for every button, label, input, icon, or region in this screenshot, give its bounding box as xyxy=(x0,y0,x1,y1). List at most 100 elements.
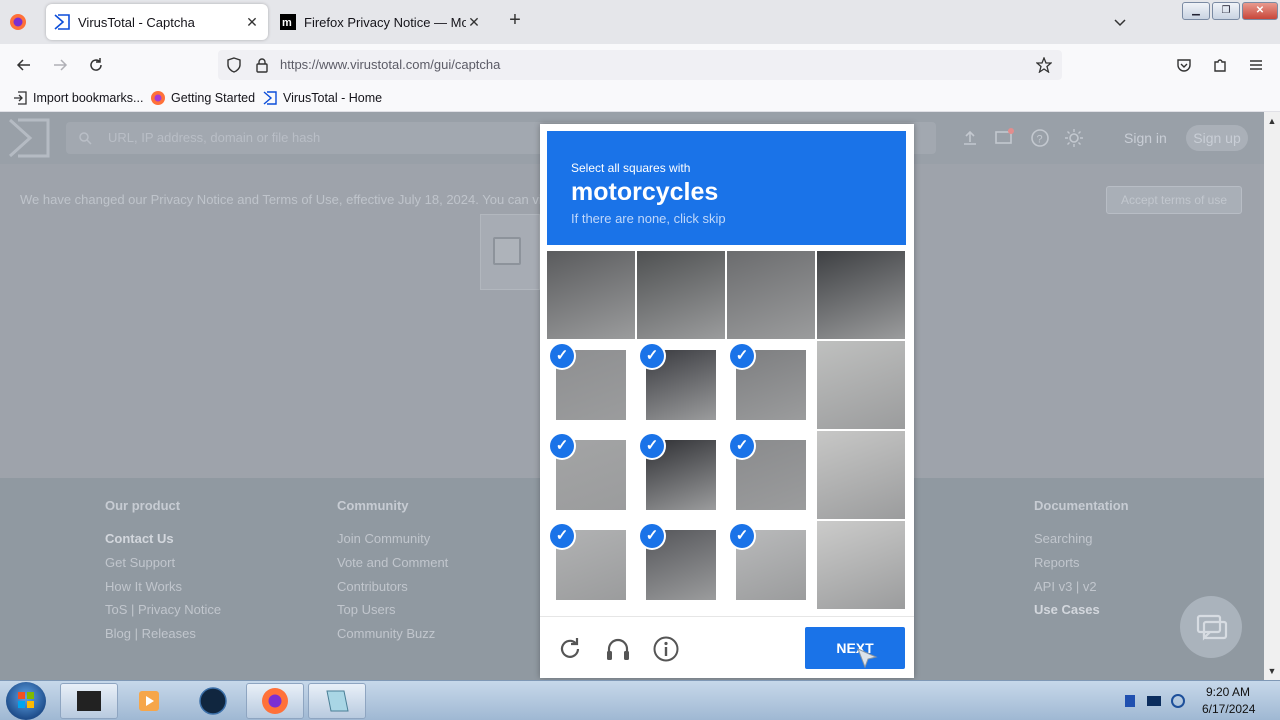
taskbar-terminal[interactable] xyxy=(60,683,118,719)
footer-link-api[interactable]: API v3 | v2 xyxy=(1034,575,1129,599)
firefox-view-icon[interactable] xyxy=(8,12,28,32)
clock-time[interactable]: 9:20 AM xyxy=(1206,685,1250,699)
bookmark-label: VirusTotal - Home xyxy=(283,91,383,105)
bookmark-import[interactable]: Import bookmarks... xyxy=(12,90,143,106)
navigation-toolbar: https://www.virustotal.com/gui/captcha xyxy=(0,44,1280,86)
taskbar-firefox[interactable] xyxy=(246,683,304,719)
info-icon[interactable] xyxy=(652,635,680,663)
accept-terms-button[interactable]: Accept terms of use xyxy=(1106,186,1242,214)
footer-link-community-buzz[interactable]: Community Buzz xyxy=(337,622,448,646)
footer-heading: Community xyxy=(337,498,409,513)
firefox-icon xyxy=(262,688,288,714)
captcha-tile[interactable]: ✓ xyxy=(727,431,815,519)
footer-link-searching[interactable]: Searching xyxy=(1034,527,1129,551)
captcha-tile[interactable] xyxy=(817,521,905,609)
captcha-tile[interactable]: ✓ xyxy=(547,341,635,429)
url-text: https://www.virustotal.com/gui/captcha xyxy=(280,57,501,72)
network-tray-icon[interactable] xyxy=(1122,693,1138,709)
chat-bubble-icon xyxy=(1196,614,1228,641)
next-button[interactable]: NEXT xyxy=(805,627,905,669)
back-button[interactable] xyxy=(12,53,36,77)
selected-checkmark-icon: ✓ xyxy=(730,344,754,368)
footer-link-vote-comment[interactable]: Vote and Comment xyxy=(337,551,448,575)
start-button[interactable] xyxy=(6,682,46,720)
reload-button[interactable] xyxy=(84,53,108,77)
svg-text:?: ? xyxy=(1037,134,1043,146)
hamburger-menu-icon xyxy=(1250,60,1262,70)
maximize-window-button[interactable]: ❐ xyxy=(1212,2,1240,20)
sign-in-link[interactable]: Sign in xyxy=(1124,130,1167,146)
captcha-tile[interactable] xyxy=(547,251,635,339)
captcha-tile[interactable]: ✓ xyxy=(637,521,725,609)
clock-date[interactable]: 6/17/2024 xyxy=(1202,702,1255,716)
close-tab-icon[interactable]: ✕ xyxy=(244,14,260,30)
new-tab-button[interactable]: + xyxy=(504,10,526,32)
captcha-tile[interactable] xyxy=(817,341,905,429)
app-menu-button[interactable] xyxy=(1244,53,1268,77)
captcha-tile[interactable]: ✓ xyxy=(637,341,725,429)
upload-icon[interactable] xyxy=(960,128,980,148)
captcha-tile[interactable] xyxy=(637,251,725,339)
mouse-cursor-icon xyxy=(857,648,878,669)
captcha-tile-image xyxy=(637,251,725,339)
virustotal-logo[interactable] xyxy=(8,118,50,158)
taskbar-media-player[interactable] xyxy=(120,683,178,719)
footer-link-top-users[interactable]: Top Users xyxy=(337,598,448,622)
theme-toggle-icon[interactable] xyxy=(1064,128,1084,148)
list-all-tabs-icon[interactable] xyxy=(1110,12,1130,32)
scroll-down-arrow-icon[interactable]: ▼ xyxy=(1266,665,1278,677)
captcha-tile[interactable] xyxy=(727,251,815,339)
footer-link-join-community[interactable]: Join Community xyxy=(337,527,448,551)
captcha-image-grid: ✓ ✓ ✓ ✓ ✓ ✓ ✓ ✓ ✓ xyxy=(547,251,906,610)
audio-challenge-headphones-icon[interactable] xyxy=(604,635,632,663)
help-icon[interactable]: ? xyxy=(1030,128,1050,148)
lock-icon[interactable] xyxy=(254,57,270,73)
footer-link-tos-privacy[interactable]: ToS | Privacy Notice xyxy=(105,598,221,622)
bookmark-getting-started[interactable]: Getting Started xyxy=(150,90,255,106)
forward-button[interactable] xyxy=(48,53,72,77)
captcha-tile[interactable] xyxy=(817,431,905,519)
display-tray-icon[interactable] xyxy=(1146,693,1162,709)
close-window-button[interactable]: ✕ xyxy=(1242,2,1278,20)
captcha-tile[interactable]: ✓ xyxy=(637,431,725,519)
chat-button[interactable] xyxy=(1180,596,1242,658)
svg-text:m: m xyxy=(282,17,292,29)
tab-virustotal-captcha[interactable]: VirusTotal - Captcha ✕ xyxy=(46,4,268,40)
footer-link-use-cases[interactable]: Use Cases xyxy=(1034,598,1129,622)
taskbar-file-app[interactable] xyxy=(308,683,366,719)
notifications-icon[interactable] xyxy=(994,128,1014,148)
address-bar[interactable]: https://www.virustotal.com/gui/captcha xyxy=(218,50,1062,80)
forward-arrow-icon xyxy=(54,59,68,71)
close-tab-icon[interactable]: ✕ xyxy=(466,14,482,30)
captcha-tile[interactable]: ✓ xyxy=(727,341,815,429)
footer-link-blog-releases[interactable]: Blog | Releases xyxy=(105,622,221,646)
refresh-icon[interactable] xyxy=(556,635,584,663)
bookmark-virustotal-home[interactable]: VirusTotal - Home xyxy=(262,90,382,106)
tracking-protection-shield-icon[interactable] xyxy=(226,57,242,73)
footer-link-contact-us[interactable]: Contact Us xyxy=(105,527,221,551)
scroll-up-arrow-icon[interactable]: ▲ xyxy=(1266,115,1278,127)
taskbar-globe-app[interactable] xyxy=(184,683,242,719)
selected-checkmark-icon: ✓ xyxy=(640,344,664,368)
extensions-button[interactable] xyxy=(1208,53,1232,77)
captcha-tile[interactable]: ✓ xyxy=(547,431,635,519)
minimize-window-button[interactable]: ▁ xyxy=(1182,2,1210,20)
captcha-tile[interactable] xyxy=(817,251,905,339)
footer-link-contributors[interactable]: Contributors xyxy=(337,575,448,599)
footer-link-reports[interactable]: Reports xyxy=(1034,551,1129,575)
bookmark-star-icon[interactable] xyxy=(1035,56,1053,74)
firefox-icon xyxy=(150,90,166,106)
captcha-checkbox[interactable] xyxy=(493,237,521,265)
footer-link-get-support[interactable]: Get Support xyxy=(105,551,221,575)
vertical-scrollbar[interactable]: ▲ ▼ xyxy=(1264,112,1280,680)
back-arrow-icon xyxy=(16,59,30,71)
sign-up-button[interactable]: Sign up xyxy=(1186,125,1248,151)
reload-icon xyxy=(90,58,102,71)
volume-tray-icon[interactable] xyxy=(1170,693,1186,709)
pocket-button[interactable] xyxy=(1172,53,1196,77)
captcha-tile[interactable]: ✓ xyxy=(547,521,635,609)
captcha-checkbox-widget xyxy=(480,214,540,290)
tab-firefox-privacy-notice[interactable]: m Firefox Privacy Notice — Mozilla ✕ xyxy=(272,4,490,40)
footer-link-how-it-works[interactable]: How It Works xyxy=(105,575,221,599)
captcha-tile[interactable]: ✓ xyxy=(727,521,815,609)
